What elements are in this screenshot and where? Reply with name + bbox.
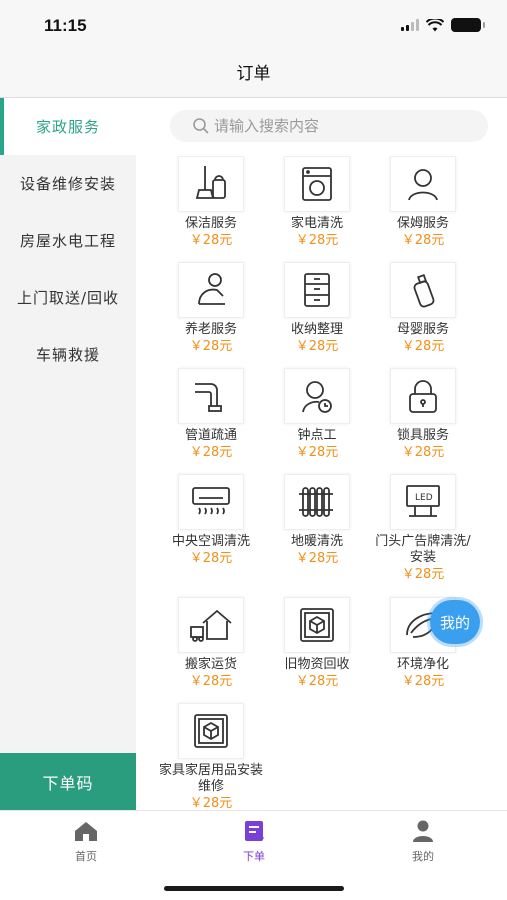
service-item[interactable]: 钟点工 ￥28元: [264, 368, 370, 461]
nav-bar: 订单: [0, 50, 507, 98]
service-price: ￥28元: [401, 674, 445, 689]
elderly-care-icon: [178, 262, 244, 318]
washing-machine-icon: [284, 156, 350, 212]
tab-order[interactable]: 下单: [224, 819, 284, 864]
air-conditioner-icon: [178, 474, 244, 530]
category-sidebar: 家政服务 设备维修安装 房屋水电工程 上门取送/回收 车辆救援 下单码: [0, 98, 136, 810]
service-price: ￥28元: [295, 233, 339, 248]
service-item[interactable]: 保姆服务 ￥28元: [370, 156, 476, 249]
service-price: ￥28元: [189, 551, 233, 566]
service-price: ￥28元: [401, 233, 445, 248]
tab-label: 下单: [243, 850, 265, 863]
service-name: 保姆服务: [396, 216, 449, 231]
service-name: 母婴服务: [396, 322, 449, 337]
person-icon: [390, 156, 456, 212]
service-price: ￥28元: [189, 233, 233, 248]
service-name: 家电清洗: [290, 216, 343, 231]
service-name: 保洁服务: [184, 216, 237, 231]
search-icon: [193, 118, 209, 134]
service-item[interactable]: 收纳整理 ￥28元: [264, 262, 370, 355]
order-icon: [245, 821, 265, 841]
service-price: ￥28元: [295, 339, 339, 354]
service-price: ￥28元: [401, 567, 445, 582]
recycle-box-icon: [284, 597, 350, 653]
service-item[interactable]: 中央空调清洗 ￥28元: [158, 474, 264, 567]
service-item[interactable]: 锁具服务 ￥28元: [370, 368, 476, 461]
service-price: ￥28元: [295, 551, 339, 566]
service-name: 环境净化: [396, 657, 449, 672]
drawer-cabinet-icon: [284, 262, 350, 318]
sidebar-item-pickup-recycle[interactable]: 上门取送/回收: [0, 269, 136, 326]
tab-label: 首页: [75, 850, 97, 863]
service-price: ￥28元: [295, 674, 339, 689]
search-input[interactable]: [214, 117, 464, 135]
sidebar-item-vehicle-rescue[interactable]: 车辆救援: [0, 326, 136, 383]
radiator-icon: [284, 474, 350, 530]
sidebar-item-plumbing-electric[interactable]: 房屋水电工程: [0, 212, 136, 269]
service-item[interactable]: LED 门头广告牌清洗/安装 ￥28元: [370, 474, 476, 583]
home-icon: [75, 822, 97, 841]
tab-home[interactable]: 首页: [56, 819, 116, 864]
service-grid: 保洁服务 ￥28元 家电清洗 ￥28元 保姆服务 ￥28元 养老服务 ￥28元 …: [150, 156, 507, 810]
clock-worker-icon: [284, 368, 350, 424]
pipe-icon: [178, 368, 244, 424]
service-price: ￥28元: [189, 674, 233, 689]
service-item[interactable]: 管道疏通 ￥28元: [158, 368, 264, 461]
service-name: 家具家居用品安装维修: [158, 763, 263, 794]
tab-mine[interactable]: 我的: [393, 819, 453, 864]
order-code-button[interactable]: 下单码: [0, 753, 136, 810]
service-price: ￥28元: [189, 796, 233, 810]
tab-label: 我的: [412, 850, 434, 863]
wifi-icon: [426, 18, 444, 31]
status-bar: 11:15: [0, 0, 507, 50]
service-item[interactable]: 家具家居用品安装维修 ￥28元: [158, 703, 264, 810]
service-item[interactable]: 家电清洗 ￥28元: [264, 156, 370, 249]
service-item[interactable]: 搬家运货 ￥28元: [158, 597, 264, 690]
service-item[interactable]: 旧物资回收 ￥28元: [264, 597, 370, 690]
status-time: 11:15: [44, 16, 87, 35]
lock-icon: [390, 368, 456, 424]
status-icons: [401, 18, 485, 32]
service-name: 旧物资回收: [284, 657, 350, 672]
service-item[interactable]: 母婴服务 ￥28元: [370, 262, 476, 355]
sidebar-item-equipment-repair[interactable]: 设备维修安装: [0, 155, 136, 212]
service-name: 搬家运货: [184, 657, 237, 672]
search-bar[interactable]: [170, 110, 488, 142]
service-name: 锁具服务: [396, 428, 449, 443]
service-name: 中央空调清洗: [171, 534, 250, 549]
cleaning-icon: [178, 156, 244, 212]
service-name: 养老服务: [184, 322, 237, 337]
service-price: ￥28元: [401, 339, 445, 354]
service-name: 管道疏通: [184, 428, 237, 443]
service-name: 收纳整理: [290, 322, 343, 337]
home-indicator: [164, 886, 344, 891]
service-item[interactable]: 养老服务 ￥28元: [158, 262, 264, 355]
service-price: ￥28元: [189, 339, 233, 354]
service-price: ￥28元: [401, 445, 445, 460]
my-floating-button[interactable]: 我的: [430, 600, 480, 644]
led-sign-icon: LED: [390, 474, 456, 530]
furniture-box-icon: [178, 703, 244, 759]
service-name: 门头广告牌清洗/安装: [375, 534, 471, 565]
service-item[interactable]: 保洁服务 ￥28元: [158, 156, 264, 249]
service-price: ￥28元: [189, 445, 233, 460]
svg-text:LED: LED: [415, 493, 433, 503]
moving-truck-icon: [178, 597, 244, 653]
service-name: 地暖清洗: [290, 534, 343, 549]
battery-icon: [451, 18, 485, 32]
baby-bottle-icon: [390, 262, 456, 318]
signal-icon: [401, 19, 419, 31]
service-item[interactable]: 地暖清洗 ￥28元: [264, 474, 370, 567]
service-price: ￥28元: [295, 445, 339, 460]
service-name: 钟点工: [297, 428, 337, 443]
sidebar-item-housekeeping[interactable]: 家政服务: [0, 98, 136, 155]
user-icon: [413, 820, 433, 842]
page-title: 订单: [236, 64, 271, 84]
